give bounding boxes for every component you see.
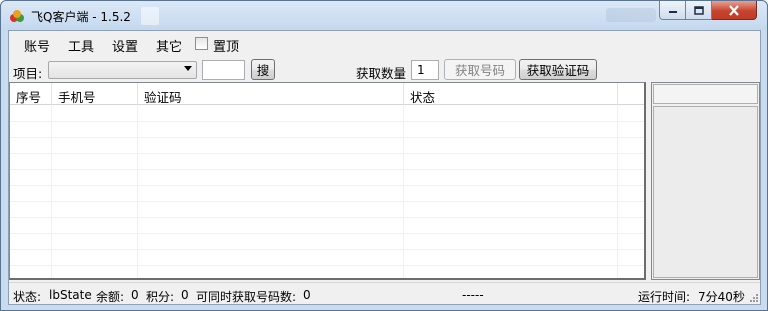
toolbar: 项目: 搜 获取数量 1 获取号码 获取验证码 <box>9 58 760 82</box>
quantity-input[interactable]: 1 <box>411 60 439 80</box>
maximize-button[interactable] <box>686 1 712 20</box>
table-row <box>10 106 644 122</box>
status-balance-value: 0 <box>131 288 139 302</box>
title-bar-tab <box>141 7 159 25</box>
table-row <box>10 202 644 218</box>
chevron-down-icon <box>184 66 192 71</box>
minimize-icon <box>668 11 677 13</box>
minimize-button[interactable] <box>659 1 686 20</box>
menu-other[interactable]: 其它 <box>156 36 182 55</box>
column-header-status[interactable]: 状态 <box>404 83 618 105</box>
column-header-code[interactable]: 验证码 <box>138 83 404 105</box>
status-balance-label: 余额: <box>96 290 125 304</box>
status-points-value: 0 <box>181 288 189 302</box>
table-row <box>10 138 644 154</box>
status-state-label: 状态: <box>13 290 42 304</box>
status-bar: 状态: lbState 余额: 0 积分: 0 可同时获取号码数: 0 ----… <box>9 282 760 304</box>
pin-top-label[interactable]: 置顶 <box>213 36 239 55</box>
table-row <box>10 170 644 186</box>
app-window: 飞Q客户端 - 1.5.2 账号 工具 设置 其它 置顶 项目: 搜 获取数量 … <box>0 0 768 311</box>
get-number-button[interactable]: 获取号码 <box>444 59 516 80</box>
table-row <box>10 154 644 170</box>
table-row <box>10 218 644 234</box>
status-concurrent-label: 可同时获取号码数: <box>196 290 297 304</box>
project-label: 项目: <box>13 66 43 81</box>
column-header-phone[interactable]: 手机号 <box>52 83 138 105</box>
column-header-index[interactable]: 序号 <box>10 83 52 105</box>
title-bar-blurred-text <box>606 8 656 22</box>
project-select[interactable] <box>48 61 197 79</box>
maximize-icon <box>693 5 704 15</box>
menu-account[interactable]: 账号 <box>24 36 50 55</box>
app-logo-icon <box>10 10 24 22</box>
side-panel-body <box>653 106 758 278</box>
status-state-value: lbState <box>49 288 92 302</box>
table-header: 序号 手机号 验证码 状态 <box>10 83 644 105</box>
status-runtime-label: 运行时间: <box>638 290 691 304</box>
title-bar[interactable]: 飞Q客户端 - 1.5.2 <box>1 1 767 30</box>
table-row <box>10 250 644 266</box>
window-title: 飞Q客户端 - 1.5.2 <box>31 10 131 24</box>
window-controls <box>659 1 757 21</box>
table-row <box>10 234 644 250</box>
status-middle-text: ----- <box>462 288 484 302</box>
search-button[interactable]: 搜 <box>251 59 275 80</box>
side-panel-header <box>653 84 758 104</box>
pin-top-checkbox[interactable] <box>195 37 208 50</box>
table-row <box>10 186 644 202</box>
client-area: 账号 工具 设置 其它 置顶 项目: 搜 获取数量 1 获取号码 获取验证码 序… <box>8 30 761 305</box>
status-points-label: 积分: <box>146 290 175 304</box>
status-concurrent-value: 0 <box>303 288 311 302</box>
resize-grip-icon[interactable] <box>749 293 759 303</box>
menu-settings[interactable]: 设置 <box>112 36 138 55</box>
quantity-label: 获取数量 <box>356 66 407 81</box>
search-input[interactable] <box>202 60 245 80</box>
get-code-button[interactable]: 获取验证码 <box>519 59 597 80</box>
menu-tools[interactable]: 工具 <box>68 36 94 55</box>
menu-bar: 账号 工具 设置 其它 置顶 <box>9 31 760 55</box>
results-table: 序号 手机号 验证码 状态 <box>9 82 646 280</box>
table-row <box>10 122 644 138</box>
close-icon <box>729 4 739 16</box>
side-panel <box>651 82 760 280</box>
status-runtime-value: 7分40秒 <box>698 290 745 304</box>
close-button[interactable] <box>712 1 757 20</box>
